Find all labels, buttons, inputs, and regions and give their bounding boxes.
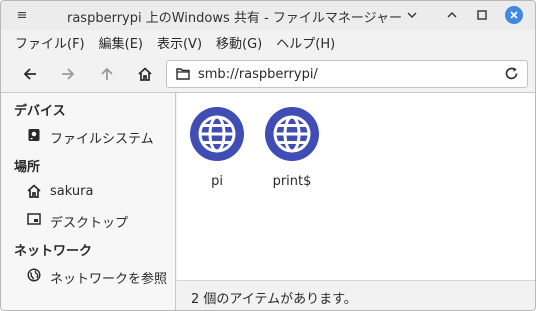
minimize-button[interactable]: [403, 6, 421, 24]
status-bar: 2 個のアイテムがあります。: [177, 280, 535, 310]
sidebar-item-label: sakura: [50, 184, 94, 199]
title-bar: ≡ raspberrypi 上のWindows 共有 - ファイルマネージャー: [1, 1, 535, 30]
location-path[interactable]: smb://raspberrypi/: [198, 67, 318, 82]
sidebar-section-places: 場所: [14, 160, 41, 175]
folder-icon: [176, 67, 190, 84]
network-share-icon: [265, 107, 319, 161]
menu-go[interactable]: 移動(G): [216, 33, 262, 52]
sidebar-item-label: ネットワークを参照: [50, 272, 168, 287]
window-title: raspberrypi 上のWindows 共有 - ファイルマネージャー: [67, 11, 402, 26]
sidebar-item-filesystem[interactable]: ファイルシステム: [1, 124, 175, 148]
sidebar-item-desktop[interactable]: デスクトップ: [1, 208, 175, 232]
file-name: pi: [211, 174, 223, 189]
close-icon: [510, 11, 518, 19]
toolbar: smb://raspberrypi/: [1, 55, 535, 93]
sidebar-item-label: デスクトップ: [50, 216, 129, 231]
status-text: 2 個のアイテムがあります。: [191, 292, 357, 307]
menu-edit[interactable]: 編集(E): [99, 33, 143, 52]
file-manager-window: ≡ raspberrypi 上のWindows 共有 - ファイルマネージャー …: [0, 0, 536, 311]
maximize-button[interactable]: [473, 6, 491, 24]
menu-file[interactable]: ファイル(F): [15, 33, 85, 52]
home-button[interactable]: [134, 63, 156, 85]
sidebar-item-browse-network[interactable]: ネットワークを参照: [1, 264, 175, 288]
up-arrow-icon: [101, 67, 113, 80]
sidebar: デバイス ファイルシステム 場所 sakura デスクトップ ネットワーク ネッ…: [1, 93, 176, 310]
reload-icon[interactable]: [504, 66, 519, 85]
drive-icon: [27, 128, 41, 142]
network-share-icon: [190, 107, 244, 161]
network-icon: [27, 268, 41, 282]
menu-bar: ファイル(F) 編集(E) 表示(V) 移動(G) ヘルプ(H): [1, 30, 535, 55]
location-bar[interactable]: smb://raspberrypi/: [166, 60, 528, 88]
close-button[interactable]: [505, 6, 523, 24]
sidebar-item-label: ファイルシステム: [50, 132, 154, 147]
desktop-icon: [27, 212, 41, 226]
back-button[interactable]: [19, 63, 41, 85]
window-menu-icon[interactable]: ≡: [15, 8, 29, 23]
forward-arrow-icon: [62, 68, 75, 80]
file-item-pi[interactable]: pi: [182, 107, 252, 189]
up-button[interactable]: [96, 63, 118, 85]
back-arrow-icon: [23, 68, 36, 80]
restore-icon: [447, 12, 457, 18]
restore-button[interactable]: [443, 6, 461, 24]
minimize-icon: [407, 12, 417, 18]
maximize-icon: [477, 10, 487, 20]
home-icon: [138, 67, 152, 81]
menu-help[interactable]: ヘルプ(H): [276, 33, 335, 52]
sidebar-section-devices: デバイス: [14, 104, 66, 119]
forward-button[interactable]: [57, 63, 79, 85]
file-name: print$: [272, 174, 312, 189]
home-icon: [27, 184, 41, 198]
file-view[interactable]: pi print$: [177, 93, 535, 280]
sidebar-section-network: ネットワーク: [14, 244, 93, 259]
menu-view[interactable]: 表示(V): [157, 33, 202, 52]
file-item-print[interactable]: print$: [257, 107, 327, 189]
sidebar-item-sakura[interactable]: sakura: [1, 180, 175, 204]
